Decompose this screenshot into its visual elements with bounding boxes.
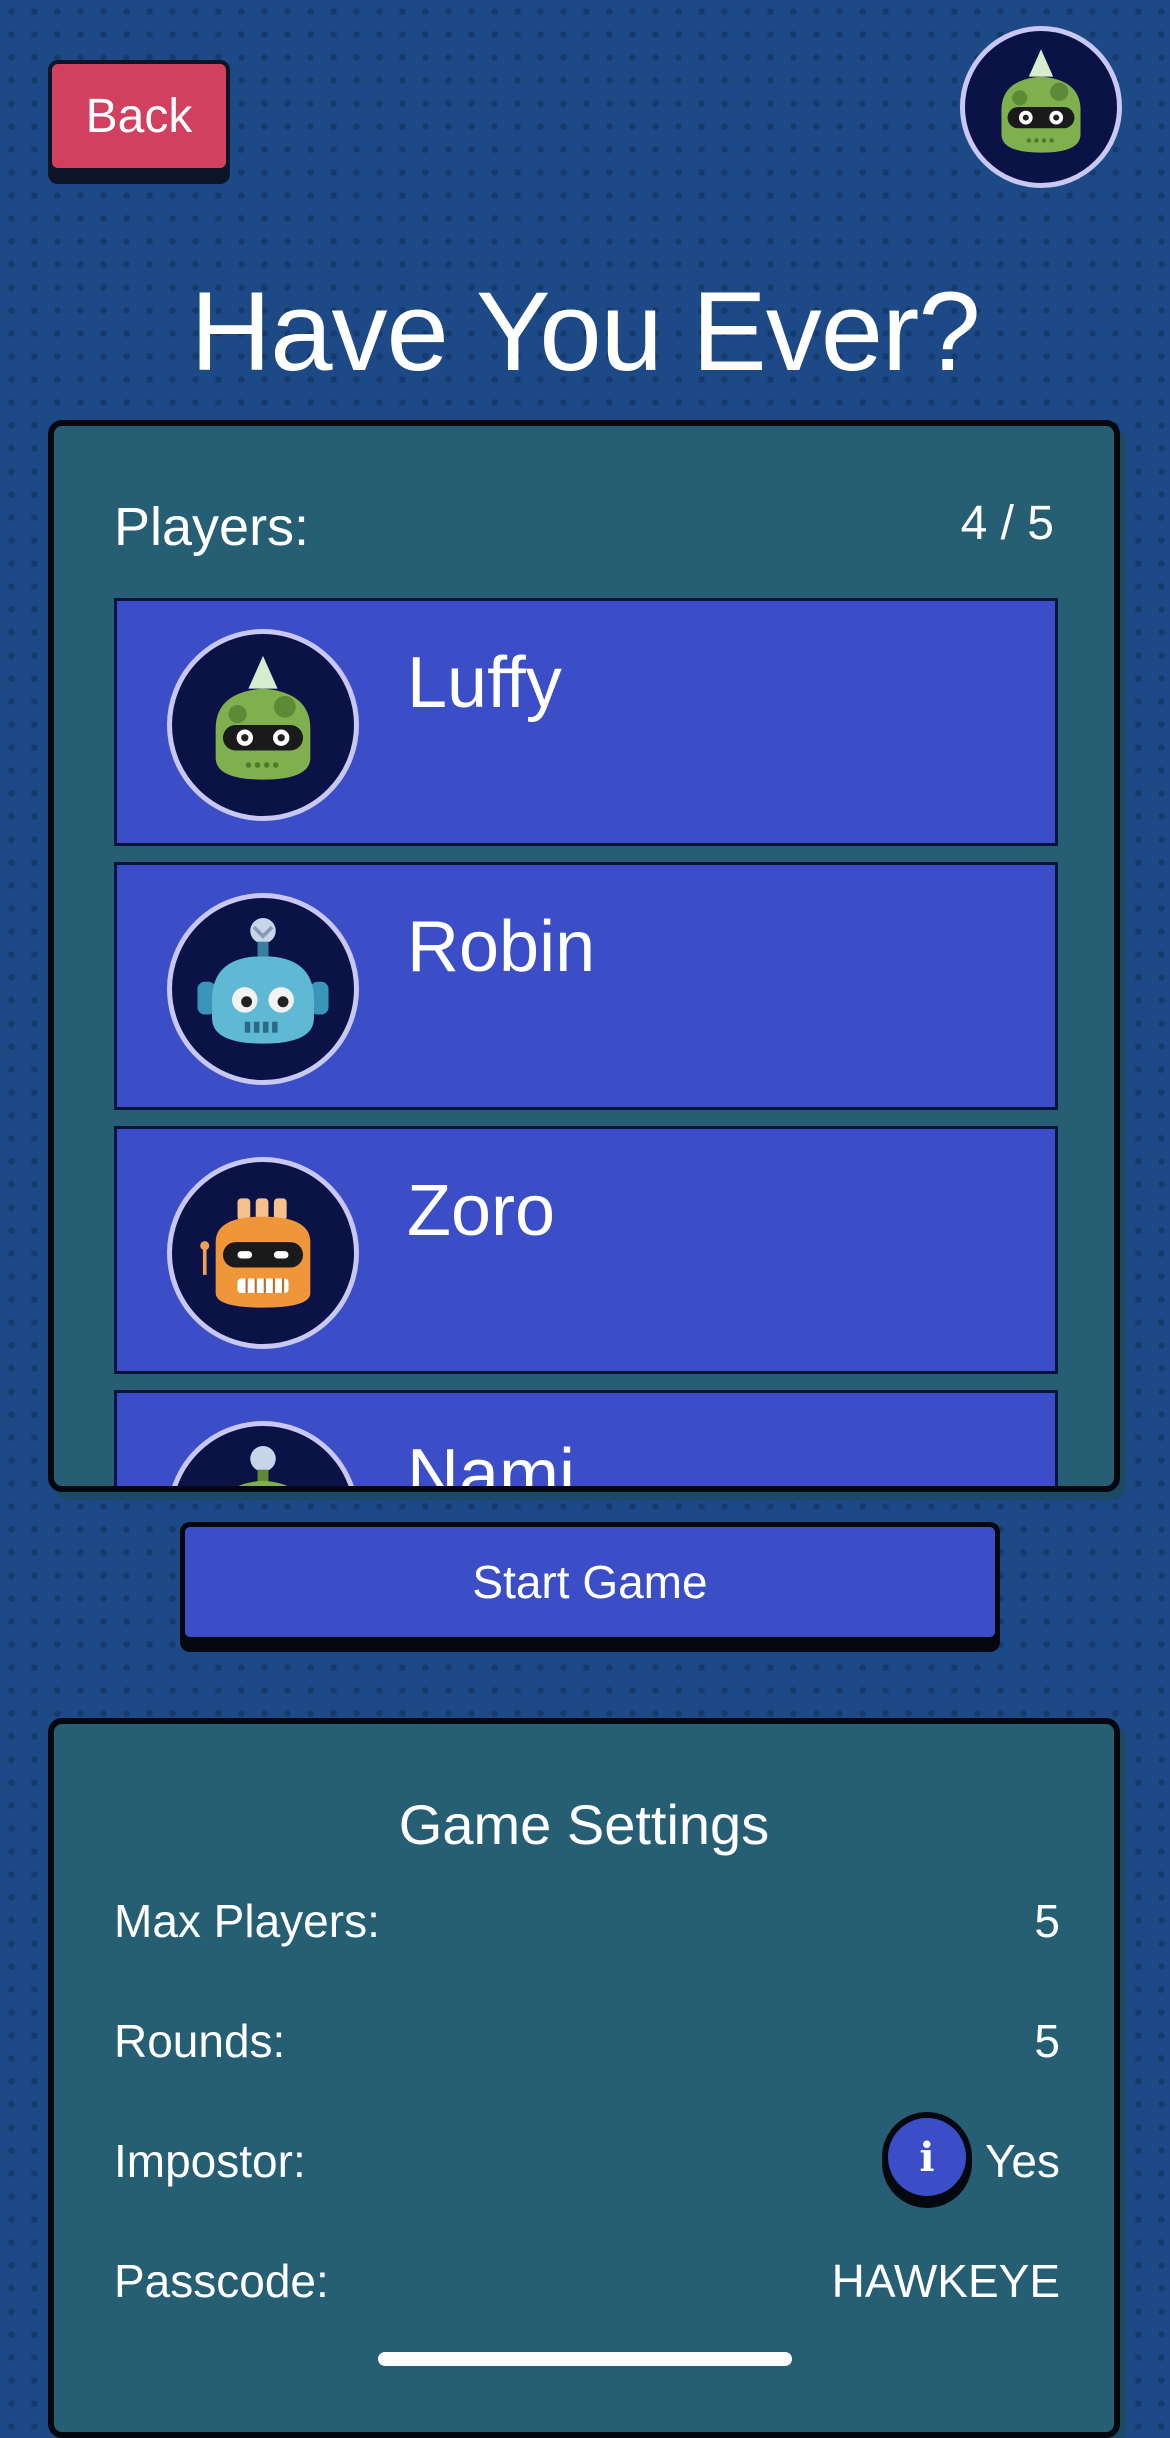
game-settings-panel: Game Settings Max Players: 5 Rounds: 5 I… [48,1718,1120,2438]
setting-value: 5 [1034,1895,1060,1947]
player-row-zoro[interactable]: Zoro [114,1126,1058,1374]
setting-label: Max Players: [114,1895,380,1947]
player-avatar [167,629,359,821]
player-name: Nami [407,1435,576,1492]
setting-passcode: Passcode: HAWKEYE [114,2246,1060,2316]
player-avatar [167,1157,359,1349]
green-robot-icon [238,1446,288,1486]
start-game-button[interactable]: Start Game [180,1522,1000,1642]
info-icon[interactable]: i [882,2112,972,2202]
setting-label: Passcode: [114,2255,329,2307]
page-title: Have You Ever? [190,269,980,394]
setting-value: 5 [1034,2015,1060,2067]
orange-robot-icon [200,1198,311,1308]
green-robot-icon [1001,49,1081,153]
setting-value: HAWKEYE [831,2255,1060,2307]
players-count: 4 / 5 [960,497,1054,550]
player-list[interactable]: Luffy Robin Zoro Nami [114,598,1058,1492]
setting-label: Impostor: [114,2135,306,2187]
players-label: Players: [114,497,310,557]
home-indicator[interactable] [378,2352,792,2366]
blue-robot-icon [197,918,329,1044]
player-avatar [167,893,359,1085]
player-name: Robin [407,907,596,987]
setting-impostor: Impostor: i Yes [114,2112,1060,2202]
green-robot-icon [215,655,311,780]
players-panel: Players: 4 / 5 Luffy Robin Zoro Nami [48,420,1120,1492]
player-row-robin[interactable]: Robin [114,862,1058,1110]
back-button[interactable]: Back [48,60,230,172]
setting-label: Rounds: [114,2015,286,2067]
setting-value: Yes [984,2135,1060,2187]
player-name: Zoro [407,1171,556,1251]
settings-title: Game Settings [398,1793,770,1856]
setting-rounds: Rounds: 5 [114,2006,1060,2076]
player-name: Luffy [407,643,562,723]
player-avatar [167,1421,359,1486]
player-row-luffy[interactable]: Luffy [114,598,1058,846]
player-row-nami[interactable]: Nami [114,1390,1058,1492]
profile-avatar[interactable] [960,26,1122,188]
setting-max-players: Max Players: 5 [114,1886,1060,1956]
